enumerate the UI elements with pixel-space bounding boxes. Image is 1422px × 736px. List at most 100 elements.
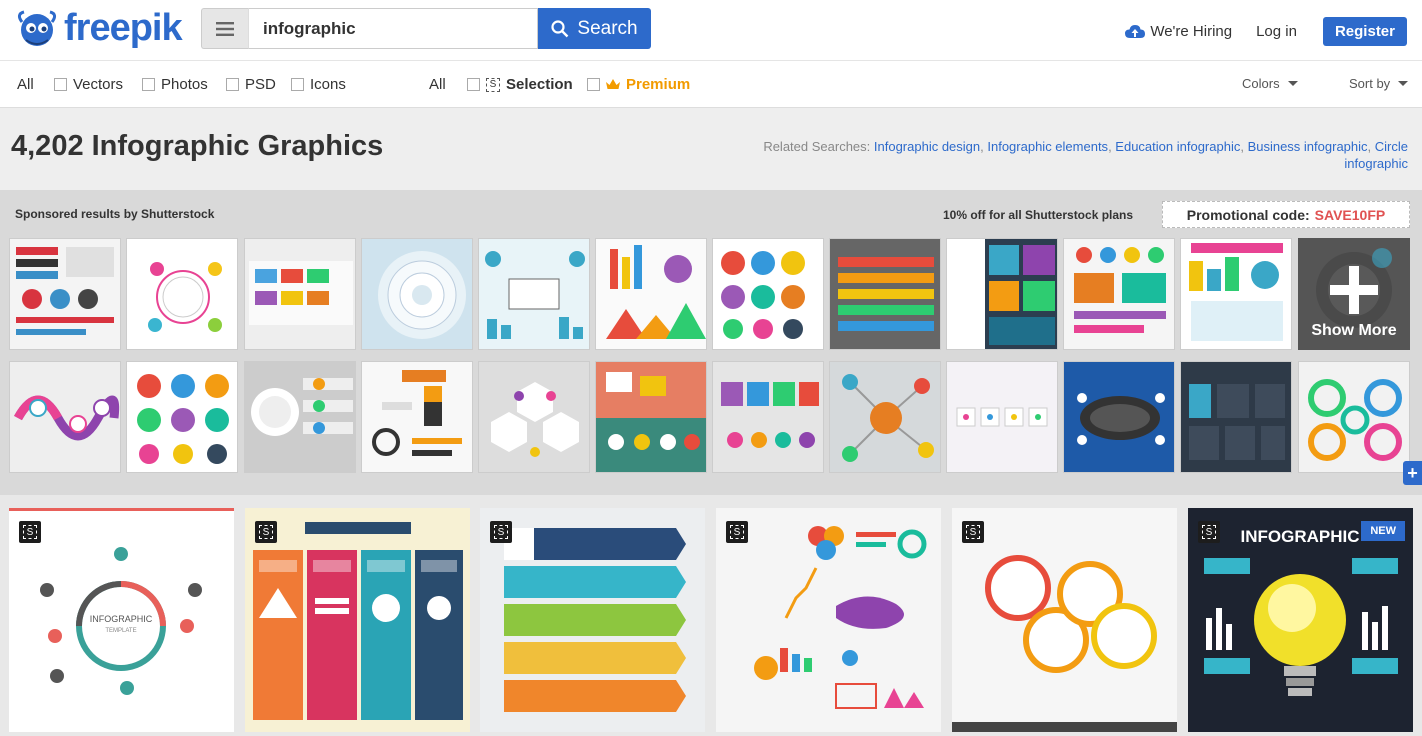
results-grid: S INFOGRAPHIC TEMPLATE S S S S S NEW INFO…: [0, 495, 1422, 736]
thumbnail-image: [372, 370, 462, 456]
search-bar: Search: [201, 8, 651, 49]
thumbnail-image: [1077, 393, 1165, 445]
sponsored-thumbnail[interactable]: [361, 238, 473, 350]
promo-code-box[interactable]: Promotional code: SAVE10FP: [1162, 201, 1410, 228]
sponsored-thumbnail[interactable]: [1063, 238, 1175, 350]
menu-button[interactable]: [201, 8, 248, 49]
filter-all-license-label: All: [429, 76, 446, 93]
thumbnail-image: [721, 382, 819, 448]
search-button[interactable]: Search: [538, 8, 651, 49]
sponsored-thumbnail[interactable]: [9, 361, 121, 473]
result-card[interactable]: S: [716, 508, 941, 732]
sponsored-thumbnail[interactable]: [595, 361, 707, 473]
thumbnail-image: [596, 362, 706, 472]
sponsored-thumbnail[interactable]: [244, 238, 356, 350]
thumbnail-image: [842, 374, 934, 462]
filter-icons[interactable]: Icons: [291, 76, 346, 93]
sponsored-thumbnail[interactable]: [712, 361, 824, 473]
selection-icon: S: [486, 77, 500, 92]
sponsored-thumbnail[interactable]: [9, 238, 121, 350]
thumbnail-image: [1189, 243, 1283, 341]
card-image: [952, 508, 1177, 732]
sponsored-thumbnail[interactable]: [478, 361, 590, 473]
sponsored-thumbnail[interactable]: [361, 361, 473, 473]
login-link[interactable]: Log in: [1256, 23, 1297, 40]
shutterstock-offer: 10% off for all Shutterstock plans: [943, 208, 1134, 222]
search-input[interactable]: [248, 8, 538, 49]
selection-badge: S: [19, 521, 41, 543]
thumbnail-image: [16, 247, 114, 335]
freepik-logo[interactable]: freepik: [16, 8, 183, 48]
selection-badge: S: [962, 521, 984, 543]
header: freepik Search We're Hiring Log in Regis…: [0, 0, 1422, 60]
checkbox[interactable]: [291, 78, 304, 91]
card-image: [716, 508, 941, 732]
sponsored-thumbnail[interactable]: [946, 238, 1058, 350]
thumbnail-image: [606, 245, 706, 339]
related-link[interactable]: Business infographic: [1248, 139, 1368, 154]
filter-premium[interactable]: Premium: [587, 76, 690, 93]
page-title: 4,202 Infographic Graphics: [11, 130, 384, 162]
promo-code: SAVE10FP: [1314, 206, 1386, 223]
filter-psd-label: PSD: [245, 76, 276, 93]
sponsored-thumbnail[interactable]: [244, 361, 356, 473]
svg-text:INFOGRAPHIC: INFOGRAPHIC: [1241, 527, 1360, 546]
related-link[interactable]: Infographic elements: [987, 139, 1108, 154]
thumbnail-image: [1308, 379, 1402, 461]
thumbnail-image: [14, 395, 120, 441]
checkbox[interactable]: [226, 78, 239, 91]
card-image: [480, 508, 705, 732]
result-card[interactable]: S: [480, 508, 705, 732]
related-link[interactable]: Education infographic: [1115, 139, 1240, 154]
filter-vectors[interactable]: Vectors: [54, 76, 123, 93]
colors-dropdown[interactable]: Colors: [1242, 76, 1298, 91]
filter-all-license[interactable]: All: [429, 76, 446, 93]
menu-icon: [216, 21, 234, 36]
result-card[interactable]: S: [245, 508, 470, 732]
sponsored-thumbnail[interactable]: [1180, 238, 1292, 350]
sponsored-thumbnail[interactable]: [1180, 361, 1292, 473]
related-link[interactable]: Infographic design: [874, 139, 980, 154]
sponsored-thumbnail[interactable]: [1063, 361, 1175, 473]
result-card[interactable]: S: [952, 508, 1177, 732]
thumbnail-image: [251, 378, 353, 436]
filter-psd[interactable]: PSD: [226, 76, 276, 93]
show-more-button[interactable]: Show More: [1298, 238, 1410, 350]
hiring-link[interactable]: We're Hiring: [1125, 23, 1232, 40]
sponsored-thumbnail[interactable]: [829, 238, 941, 350]
colors-label: Colors: [1242, 76, 1280, 91]
logo-icon: [17, 10, 57, 46]
result-card[interactable]: S INFOGRAPHIC TEMPLATE: [9, 508, 234, 732]
chevron-down-icon: [1287, 81, 1298, 86]
sponsored-thumbnail[interactable]: [126, 361, 238, 473]
checkbox[interactable]: [587, 78, 600, 91]
hiring-label: We're Hiring: [1150, 23, 1233, 40]
sponsored-thumbnail[interactable]: [946, 361, 1058, 473]
sponsored-thumbnail[interactable]: [478, 238, 590, 350]
thumbnail-image: [249, 261, 353, 325]
sponsored-thumbnail[interactable]: [1298, 361, 1410, 473]
selection-badge: S: [726, 521, 748, 543]
sort-dropdown[interactable]: Sort by: [1349, 76, 1409, 91]
filter-photos[interactable]: Photos: [142, 76, 208, 93]
checkbox[interactable]: [142, 78, 155, 91]
sponsored-thumbnail[interactable]: [595, 238, 707, 350]
card-image: [245, 508, 470, 732]
result-card[interactable]: S NEW INFOGRAPHIC: [1188, 508, 1413, 732]
sponsored-thumbnail[interactable]: [126, 238, 238, 350]
checkbox[interactable]: [54, 78, 67, 91]
checkbox[interactable]: [467, 78, 480, 91]
search-icon: [551, 19, 569, 37]
sponsored-thumbnail[interactable]: [829, 361, 941, 473]
svg-text:TEMPLATE: TEMPLATE: [105, 628, 136, 634]
chevron-down-icon: [1398, 81, 1409, 86]
side-add-button[interactable]: +: [1403, 461, 1422, 485]
thumbnail-image: [137, 374, 229, 464]
filter-premium-label: Premium: [626, 76, 691, 93]
register-button[interactable]: Register: [1322, 17, 1407, 46]
filter-selection[interactable]: S Selection: [467, 76, 573, 93]
title-bar: 4,202 Infographic Graphics Related Searc…: [0, 108, 1422, 190]
filter-photos-label: Photos: [161, 76, 208, 93]
sponsored-thumbnail[interactable]: [712, 238, 824, 350]
filter-all[interactable]: All: [17, 76, 34, 93]
